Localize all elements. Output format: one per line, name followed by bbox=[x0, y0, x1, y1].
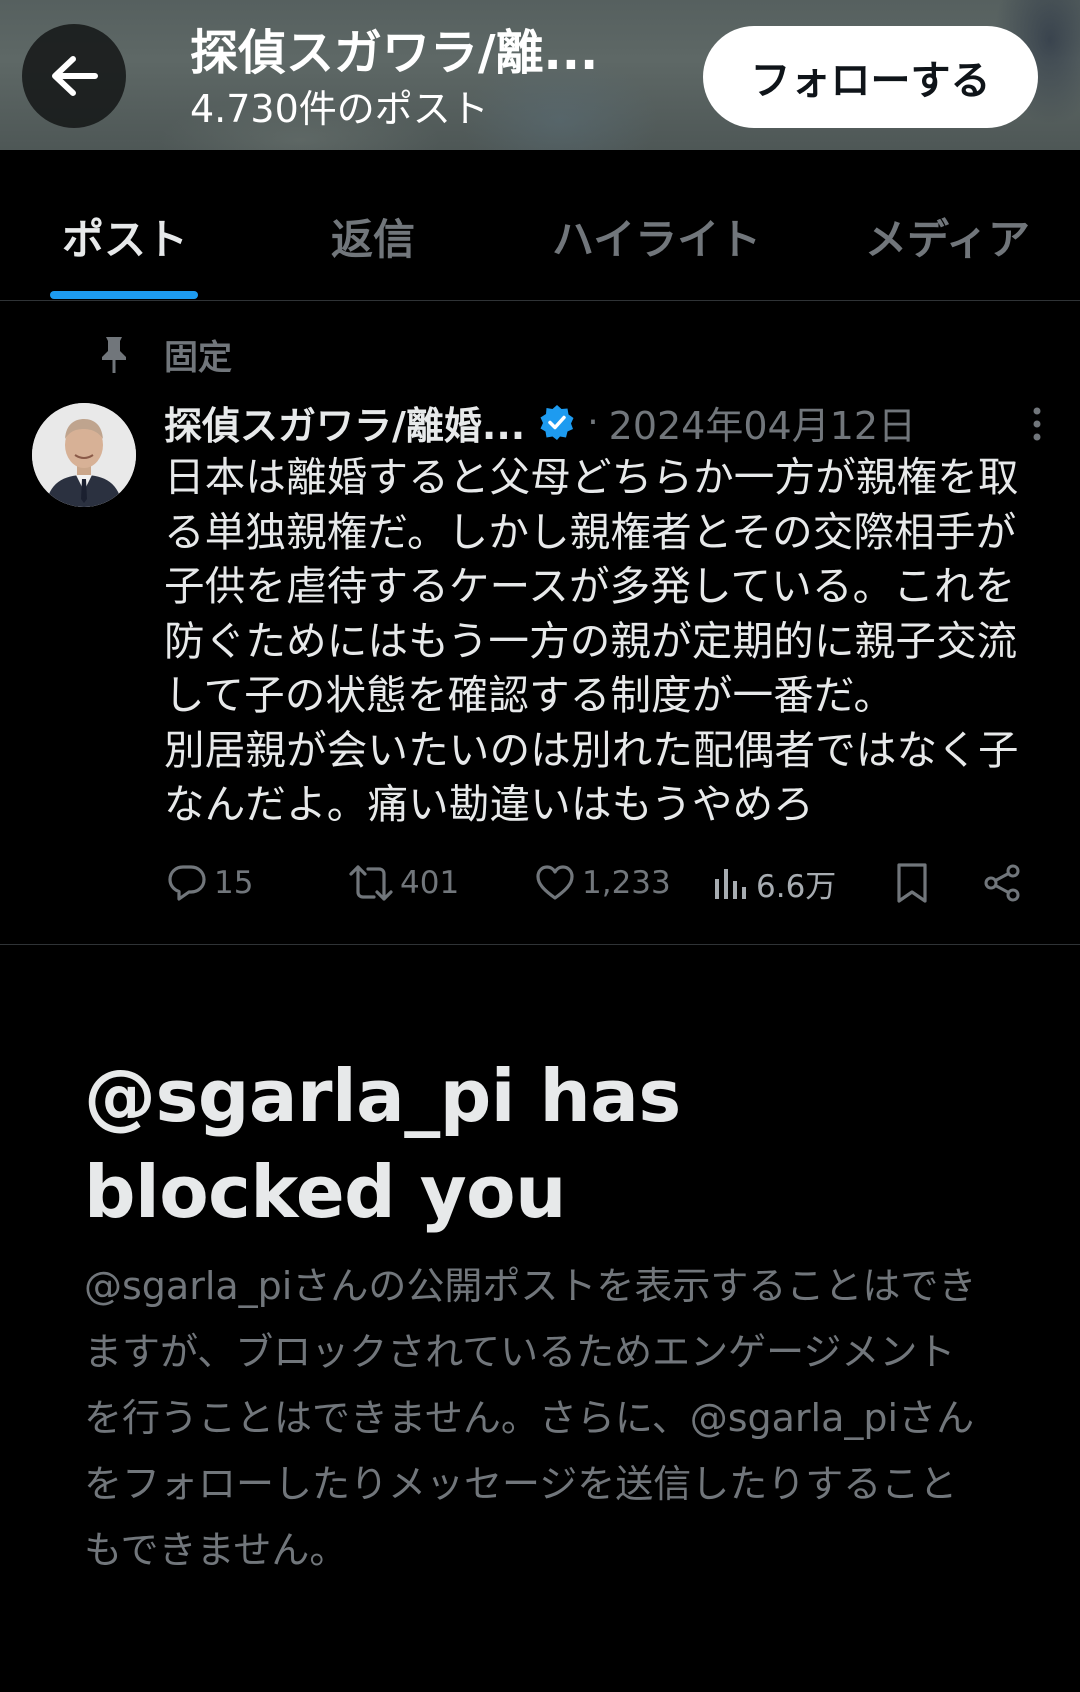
back-arrow-icon bbox=[52, 56, 98, 96]
like-button[interactable]: 1,233 bbox=[534, 858, 671, 908]
avatar[interactable] bbox=[32, 403, 136, 507]
header-title-block: 探偵スガワラ/離... 4.730件のポスト bbox=[190, 22, 598, 134]
bookmark-button[interactable] bbox=[894, 858, 930, 908]
section-divider bbox=[0, 944, 1080, 945]
bookmark-icon bbox=[897, 863, 927, 903]
pinned-label: 固定 bbox=[164, 338, 232, 378]
profile-header: 探偵スガワラ/離... 4.730件のポスト フォローする bbox=[0, 0, 1080, 150]
like-icon bbox=[536, 865, 574, 900]
views-button[interactable]: 6.6万 bbox=[712, 858, 836, 908]
reply-count: 15 bbox=[214, 865, 254, 901]
like-count: 1,233 bbox=[582, 865, 671, 901]
repost-icon bbox=[349, 865, 393, 901]
view-count: 6.6万 bbox=[756, 868, 837, 905]
reply-icon bbox=[168, 865, 206, 901]
tab-posts[interactable]: ポスト bbox=[62, 214, 188, 266]
blocked-notice-title: @sgarla_pi has blocked you bbox=[84, 1054, 681, 1234]
repost-button[interactable]: 401 bbox=[348, 858, 459, 908]
views-icon bbox=[715, 869, 746, 899]
avatar-photo bbox=[32, 403, 136, 507]
share-button[interactable] bbox=[982, 858, 1022, 908]
tab-replies[interactable]: 返信 bbox=[331, 214, 415, 266]
more-options-icon[interactable] bbox=[1032, 406, 1042, 446]
repost-count: 401 bbox=[400, 865, 460, 901]
post-count: 4.730件のポスト bbox=[190, 87, 489, 131]
pin-icon bbox=[102, 336, 126, 373]
tweet-header: 探偵スガワラ/離婚... · 2024年04月12日 bbox=[164, 394, 1054, 450]
tweet-author-name[interactable]: 探偵スガワラ/離婚... bbox=[164, 395, 525, 450]
tweet-actions: 15 401 1,233 6.6万 bbox=[166, 858, 1046, 908]
profile-name: 探偵スガワラ/離... bbox=[190, 25, 599, 81]
tab-media[interactable]: メディア bbox=[865, 214, 1030, 266]
follow-button[interactable]: フォローする bbox=[703, 26, 1038, 128]
share-icon bbox=[984, 864, 1020, 902]
verified-badge-icon bbox=[539, 404, 575, 440]
pinned-indicator: 固定 bbox=[98, 330, 232, 379]
back-button[interactable] bbox=[22, 24, 126, 128]
blocked-notice-description: @sgarla_piさんの公開ポストを表示することはできますが、ブロックされてい… bbox=[84, 1264, 977, 1572]
tweet-text: 日本は離婚すると父母どちらか一方が親権を取 る単独親権だ。しかし親権者とその交際… bbox=[164, 453, 1019, 828]
tweet-date[interactable]: 2024年04月12日 bbox=[609, 395, 916, 450]
profile-tabs: ポスト 返信 ハイライト メディア bbox=[0, 150, 1080, 301]
tab-highlights[interactable]: ハイライト bbox=[552, 214, 761, 266]
separator-dot: · bbox=[587, 401, 599, 443]
reply-button[interactable]: 15 bbox=[166, 858, 253, 908]
active-tab-indicator bbox=[50, 291, 198, 299]
